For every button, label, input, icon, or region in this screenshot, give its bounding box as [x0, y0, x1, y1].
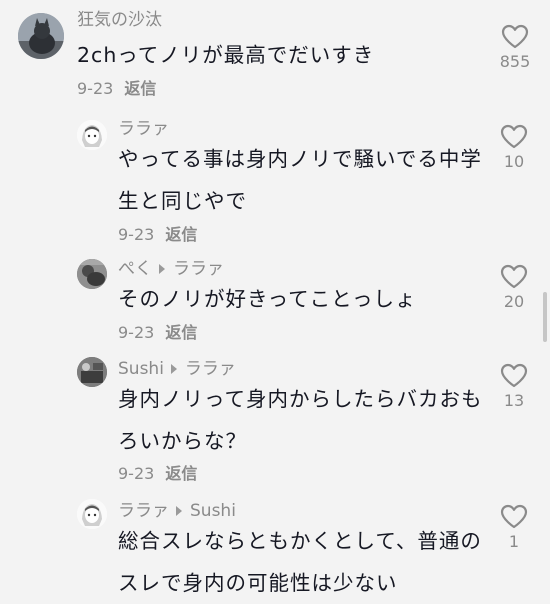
reply-arrow-icon [159, 264, 165, 274]
comment-text: そのノリが好きってことっしょ [118, 287, 417, 311]
like-count: 10 [503, 152, 525, 171]
like-button[interactable]: 10 [489, 124, 539, 171]
reply-arrow-icon [176, 506, 182, 516]
comment-date: 9-23 [118, 323, 155, 342]
avatar[interactable] [18, 13, 64, 59]
comment-date: 9-23 [77, 79, 114, 98]
reply-arrow-icon [170, 364, 177, 374]
comment-username[interactable]: ララァ Sushi [118, 501, 236, 521]
like-button[interactable]: 20 [489, 264, 539, 311]
comment-meta: 9-23 返信 [77, 79, 156, 99]
username[interactable]: ララァ [118, 501, 169, 521]
reply-button[interactable]: 返信 [165, 464, 197, 483]
comment-meta: 9-23 返信 [118, 225, 197, 245]
comment-meta: 9-23 返信 [118, 464, 197, 484]
like-count: 1 [508, 532, 520, 551]
heart-icon [500, 264, 528, 289]
anime-girl-avatar-icon [77, 120, 107, 150]
photo-avatar-icon [77, 357, 107, 387]
heart-icon [500, 363, 528, 388]
comment-date: 9-23 [118, 225, 155, 244]
reply-to-username[interactable]: ララァ [173, 259, 224, 279]
heart-icon [500, 504, 528, 529]
reply-button[interactable]: 返信 [165, 323, 197, 342]
comment-username[interactable]: 狂気の沙汰 [77, 10, 162, 30]
username[interactable]: ぺく [118, 259, 152, 279]
heart-icon [501, 24, 529, 49]
avatar[interactable] [77, 120, 107, 150]
like-count: 13 [503, 391, 525, 410]
comment-text: 総合スレならともかくとして、普通のスレで身内の可能性は少ない [118, 529, 482, 595]
like-button[interactable]: 1 [489, 504, 539, 551]
avatar[interactable] [77, 357, 107, 387]
scrollbar[interactable] [543, 292, 547, 342]
username[interactable]: ララァ [118, 119, 169, 139]
reply-button[interactable]: 返信 [165, 225, 197, 244]
like-count: 855 [499, 52, 531, 71]
comment-text: 2chってノリが最高でだいすき [77, 43, 375, 67]
avatar[interactable] [77, 259, 107, 289]
cat-photo-avatar-icon [18, 13, 64, 59]
anime-girl-avatar-icon [77, 499, 107, 529]
comment-meta: 9-23 返信 [118, 323, 197, 343]
comment-username[interactable]: ぺく ララァ [118, 259, 224, 279]
like-button[interactable]: 13 [489, 363, 539, 410]
reply-button[interactable]: 返信 [124, 79, 156, 98]
like-count: 20 [503, 292, 525, 311]
comment-username[interactable]: Sushi ララァ [118, 359, 236, 379]
comment-text: やってる事は身内ノリで騒いでる中学生と同じやで [118, 147, 482, 213]
heart-icon [500, 124, 528, 149]
username[interactable]: Sushi [118, 359, 164, 379]
comment-date: 9-23 [118, 464, 155, 483]
like-button[interactable]: 855 [490, 24, 540, 71]
reply-to-username[interactable]: Sushi [190, 501, 236, 521]
avatar[interactable] [77, 499, 107, 529]
photo-avatar-icon [77, 259, 107, 289]
comment-text: 身内ノリって身内からしたらバカおもろいからな？ [118, 387, 483, 453]
comment-username[interactable]: ララァ [118, 119, 169, 139]
reply-to-username[interactable]: ララァ [185, 359, 236, 379]
username[interactable]: 狂気の沙汰 [77, 10, 162, 30]
